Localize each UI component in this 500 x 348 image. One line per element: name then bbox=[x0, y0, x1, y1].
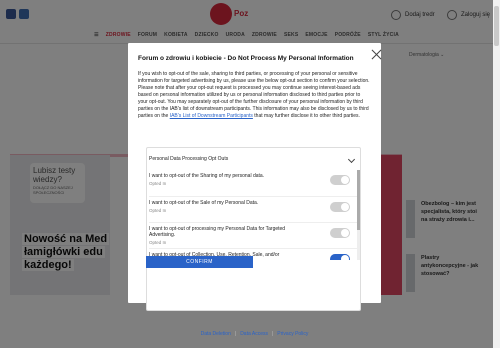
scrollbar-thumb[interactable] bbox=[357, 170, 360, 230]
page-scrollbar[interactable] bbox=[493, 0, 500, 348]
opt-out-label: I want to opt-out of processing my Perso… bbox=[149, 226, 286, 238]
footer-separator: | bbox=[271, 331, 274, 337]
opt-out-toggle[interactable] bbox=[330, 228, 350, 238]
opt-out-panel: Personal Data Processing Opt Outs I want… bbox=[146, 147, 361, 311]
opt-out-toggle[interactable] bbox=[330, 254, 350, 260]
dialog-body: If you wish to opt-out of the sale, shar… bbox=[138, 71, 370, 120]
dialog-footer: Data Deletion | Data Access | Privacy Po… bbox=[128, 331, 381, 337]
opt-out-label: I want to opt-out of the Sharing of my p… bbox=[149, 173, 265, 179]
opt-out-item: I want to opt-out of the Sale of my Pers… bbox=[149, 196, 358, 222]
confirm-button[interactable]: CONFIRM bbox=[146, 256, 253, 268]
opt-out-status: Opted In bbox=[149, 240, 167, 245]
opt-out-status: Opted In bbox=[149, 181, 167, 186]
iab-list-link[interactable]: IAB's List of Downstream Participants bbox=[170, 113, 253, 119]
scrollbar-thumb[interactable] bbox=[494, 6, 499, 46]
dialog-title: Forum o zdrowiu i kobiecie - Do Not Proc… bbox=[138, 55, 354, 62]
opt-out-toggle[interactable] bbox=[330, 202, 350, 212]
opt-out-toggle[interactable] bbox=[330, 175, 350, 185]
opt-out-label: I want to opt-out of the Sale of my Pers… bbox=[149, 200, 259, 206]
privacy-policy-link[interactable]: Privacy Policy bbox=[277, 331, 308, 337]
opt-out-item: I want to opt-out of processing my Perso… bbox=[149, 222, 358, 248]
body-text-tail: that may further disclose it to other th… bbox=[252, 113, 360, 119]
opt-out-item: I want to opt-out of the Sharing of my p… bbox=[149, 170, 358, 196]
opt-out-list[interactable]: I want to opt-out of the Sharing of my p… bbox=[149, 170, 358, 260]
opt-out-scrollbar[interactable] bbox=[357, 170, 360, 260]
opt-out-status: Opted In bbox=[149, 208, 167, 213]
close-icon[interactable] bbox=[369, 47, 384, 62]
data-deletion-link[interactable]: Data Deletion bbox=[201, 331, 231, 337]
section-title: Personal Data Processing Opt Outs bbox=[149, 156, 229, 162]
footer-separator: | bbox=[234, 331, 237, 337]
data-access-link[interactable]: Data Access bbox=[240, 331, 268, 337]
body-text: If you wish to opt-out of the sale, shar… bbox=[138, 71, 370, 119]
chevron-down-icon[interactable] bbox=[347, 155, 356, 164]
opt-out-section-header[interactable]: Personal Data Processing Opt Outs bbox=[149, 155, 358, 166]
